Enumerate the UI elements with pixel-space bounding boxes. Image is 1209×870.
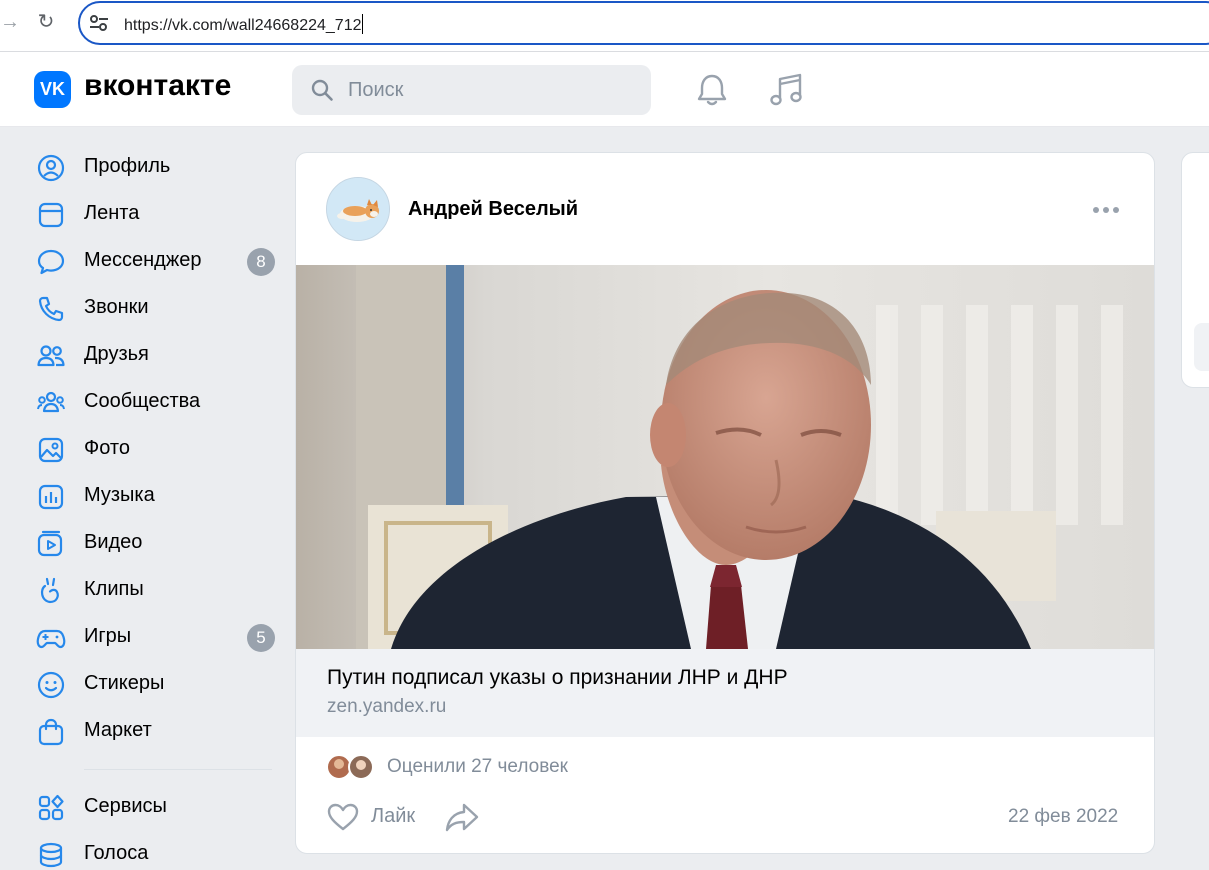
music-icon (38, 484, 64, 510)
sidebar-item-label: Видео (84, 531, 143, 553)
link-snippet[interactable]: Путин подписал указы о признании ЛНР и Д… (296, 649, 1154, 737)
corgi-avatar-image (327, 178, 389, 240)
sidebar-divider (84, 769, 272, 770)
communities-icon (37, 391, 65, 413)
profile-icon (37, 154, 65, 182)
like-label: Лайк (371, 805, 416, 827)
sidebar-item-friends[interactable]: Друзья (36, 335, 276, 375)
sidebar-item-label: Мессенджер (84, 249, 202, 271)
video-icon (37, 530, 63, 557)
sidebar-item-games[interactable]: Игры 5 (36, 617, 276, 657)
sidebar-item-video[interactable]: Видео (36, 523, 276, 563)
browser-toolbar: → ↻ https://vk.com/wall24668224_712 (0, 0, 1209, 52)
sidebar-item-profile[interactable]: Профиль (36, 147, 276, 187)
sidebar-item-label: Фото (84, 437, 130, 459)
market-icon (38, 718, 64, 746)
site-header: VK вконтакте Поиск (0, 52, 1209, 127)
like-button[interactable]: Лайк (326, 801, 426, 835)
services-icon (38, 794, 64, 821)
wall-post: Андрей Веселый Путин подписал указы о пр… (295, 152, 1155, 854)
sidebar-item-label: Музыка (84, 484, 155, 506)
friends-icon (37, 345, 65, 367)
vk-wordmark[interactable]: вконтакте (84, 69, 231, 103)
sidebar-item-messenger[interactable]: Мессенджер 8 (36, 241, 276, 281)
sidebar-item-votes[interactable]: Голоса (36, 834, 276, 870)
music-icon[interactable] (768, 71, 804, 109)
likes-summary[interactable]: Оценили 27 человек (387, 756, 568, 778)
sidebar-item-label: Сообщества (84, 390, 201, 412)
link-preview-image[interactable] (296, 265, 1154, 649)
sidebar-item-communities[interactable]: Сообщества (36, 382, 276, 422)
reload-icon[interactable]: ↻ (34, 10, 58, 34)
site-settings-icon[interactable] (88, 13, 110, 33)
sidebar-item-photos[interactable]: Фото (36, 429, 276, 469)
stickers-icon (37, 671, 65, 699)
sidebar-item-feed[interactable]: Лента (36, 194, 276, 234)
sidebar-item-music[interactable]: Музыка (36, 476, 276, 516)
author-avatar[interactable] (326, 177, 390, 241)
sidebar-item-label: Голоса (84, 842, 149, 864)
sidebar-item-services[interactable]: Сервисы (36, 787, 276, 827)
sidebar-item-stickers[interactable]: Стикеры (36, 664, 276, 704)
likers-avatars[interactable] (326, 753, 378, 781)
search-input[interactable]: Поиск (292, 65, 651, 115)
games-icon (36, 629, 66, 649)
votes-icon (39, 842, 63, 868)
link-title[interactable]: Путин подписал указы о признании ЛНР и Д… (327, 666, 788, 690)
more-options-icon[interactable] (1092, 205, 1120, 215)
right-panel-card (1181, 152, 1209, 388)
sidebar-item-label: Стикеры (84, 672, 165, 694)
feed-icon (38, 202, 64, 228)
left-sidebar: Профиль Лента Мессенджер 8 Звонки Друзья… (0, 128, 290, 870)
url-text[interactable]: https://vk.com/wall24668224_712 (124, 14, 364, 35)
sidebar-item-calls[interactable]: Звонки (36, 288, 276, 328)
bell-icon[interactable] (695, 72, 729, 108)
sidebar-item-label: Друзья (84, 343, 149, 365)
messenger-counter-badge: 8 (247, 248, 275, 276)
address-bar[interactable]: https://vk.com/wall24668224_712 (78, 1, 1209, 45)
post-author-name[interactable]: Андрей Веселый (408, 198, 578, 221)
link-source[interactable]: zen.yandex.ru (327, 696, 446, 718)
vk-logo[interactable]: VK (34, 71, 71, 108)
heart-icon (327, 803, 359, 831)
forward-icon[interactable]: → (0, 10, 20, 34)
share-icon[interactable] (444, 801, 480, 833)
photo-icon (38, 437, 64, 463)
phone-icon (38, 296, 64, 322)
games-counter-badge: 5 (247, 624, 275, 652)
messenger-icon (37, 249, 65, 275)
post-date[interactable]: 22 фев 2022 (1008, 806, 1118, 828)
sidebar-item-label: Сервисы (84, 795, 167, 817)
search-icon (311, 79, 333, 101)
sidebar-item-label: Клипы (84, 578, 144, 600)
sidebar-item-label: Игры (84, 625, 132, 647)
clips-icon (40, 577, 59, 604)
sidebar-item-market[interactable]: Маркет (36, 711, 276, 751)
sidebar-item-label: Лента (84, 202, 140, 224)
sidebar-item-label: Профиль (84, 155, 171, 177)
news-photo (296, 265, 1154, 649)
sidebar-item-label: Маркет (84, 719, 152, 741)
sidebar-item-label: Звонки (84, 296, 149, 318)
search-placeholder: Поиск (348, 79, 404, 101)
sidebar-item-clips[interactable]: Клипы (36, 570, 276, 610)
right-panel-block[interactable] (1194, 323, 1209, 371)
